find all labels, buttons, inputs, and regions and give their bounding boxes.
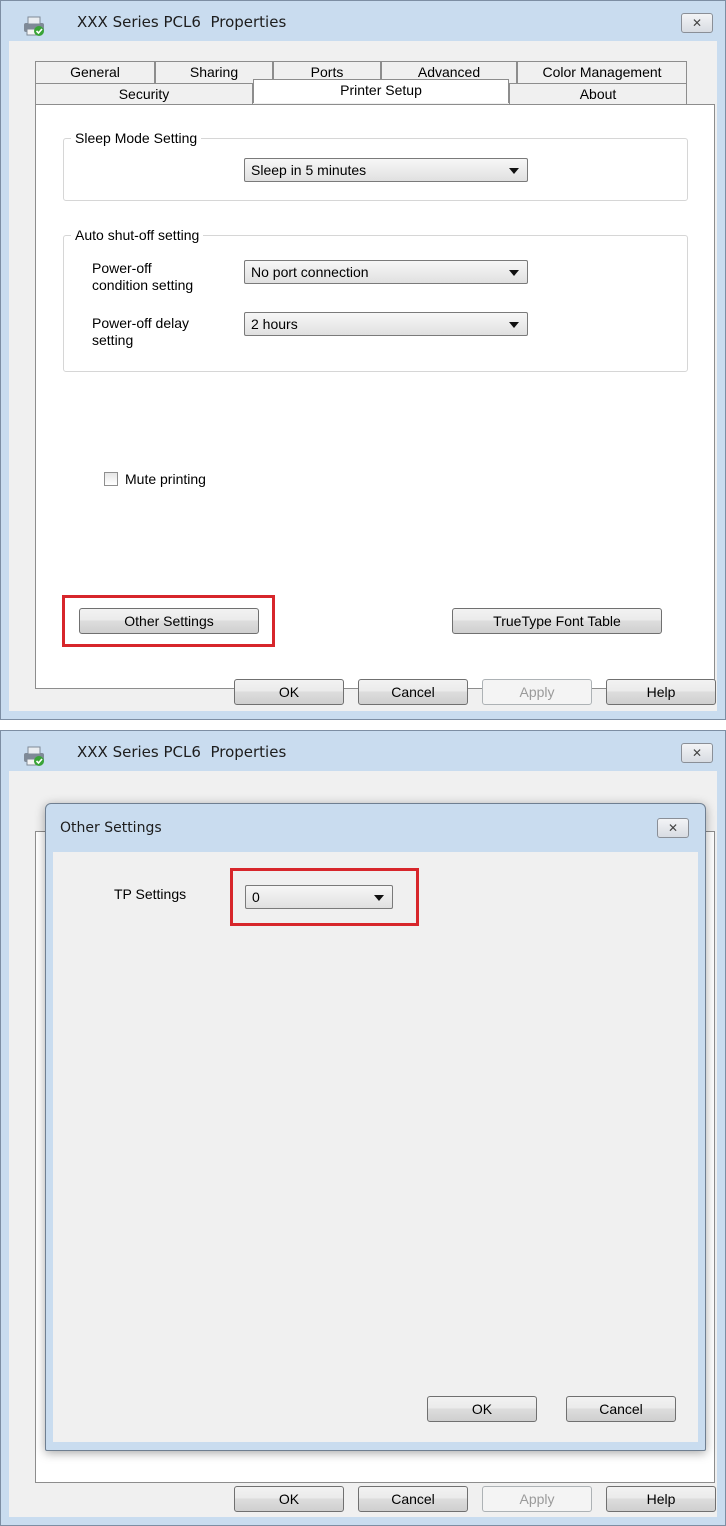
chevron-down-icon (509, 322, 519, 328)
tab-printer-setup[interactable]: Printer Setup (253, 79, 509, 103)
help-button[interactable]: Help (606, 679, 716, 705)
sleep-mode-select[interactable]: Sleep in 5 minutes (244, 158, 528, 182)
power-off-delay-value: 2 hours (251, 316, 298, 332)
mute-printing-label[interactable]: Mute printing (125, 471, 206, 487)
window-title: XXX Series PCL6 Properties (77, 743, 287, 761)
power-off-condition-label-line2: condition setting (92, 277, 194, 293)
power-off-condition-value: No port connection (251, 264, 369, 280)
close-icon[interactable]: ✕ (681, 13, 713, 33)
sleep-mode-value: Sleep in 5 minutes (251, 162, 367, 178)
power-off-condition-select[interactable]: No port connection (244, 260, 528, 284)
properties-window-printer-setup: XXX Series PCL6 Properties ✕ General Sha… (0, 0, 726, 720)
properties-window-other-settings: XXX Series PCL6 Properties ✕ Other Setti… (0, 730, 726, 1526)
auto-shutoff-group-label: Auto shut-off setting (71, 227, 204, 243)
window-title: XXX Series PCL6 Properties (77, 13, 287, 31)
window-client-area: General Sharing Ports Advanced Color Man… (9, 41, 717, 711)
tab-color-management[interactable]: Color Management (517, 61, 687, 83)
cancel-button[interactable]: Cancel (358, 679, 468, 705)
power-off-delay-select[interactable]: 2 hours (244, 312, 528, 336)
chevron-down-icon (509, 270, 519, 276)
apply-button[interactable]: Apply (482, 1486, 592, 1512)
ok-button[interactable]: OK (234, 1486, 344, 1512)
title-bar[interactable]: XXX Series PCL6 Properties ✕ (1, 1, 725, 41)
tab-general[interactable]: General (35, 61, 155, 83)
other-settings-highlight (62, 595, 275, 647)
dialog-close-icon[interactable]: ✕ (657, 818, 689, 838)
tab-security[interactable]: Security (35, 83, 253, 105)
dialog-ok-button[interactable]: OK (427, 1396, 537, 1422)
sleep-mode-group-label: Sleep Mode Setting (71, 130, 202, 146)
auto-shutoff-group (63, 235, 688, 372)
power-off-delay-label-line2: setting (92, 332, 134, 348)
printer-icon (24, 16, 44, 36)
power-off-condition-label-line1: Power-off (92, 260, 152, 276)
apply-button[interactable]: Apply (482, 679, 592, 705)
help-button[interactable]: Help (606, 1486, 716, 1512)
dialog-cancel-button[interactable]: Cancel (566, 1396, 676, 1422)
other-settings-dialog: Other Settings ✕ TP Settings 0 OK Cancel (45, 803, 706, 1451)
ok-button[interactable]: OK (234, 679, 344, 705)
mute-printing-checkbox[interactable] (104, 472, 118, 486)
power-off-delay-label-line1: Power-off delay (92, 315, 190, 331)
tp-settings-label: TP Settings (114, 886, 187, 902)
chevron-down-icon (509, 168, 519, 174)
tp-settings-highlight (230, 868, 419, 926)
dialog-client-area: TP Settings 0 OK Cancel (53, 852, 698, 1442)
cancel-button[interactable]: Cancel (358, 1486, 468, 1512)
close-icon[interactable]: ✕ (681, 743, 713, 763)
printer-setup-panel: Sleep Mode Setting Sleep in 5 minutes Au… (35, 104, 715, 689)
dialog-title: Other Settings (60, 820, 162, 836)
printer-icon (24, 746, 44, 766)
tab-about[interactable]: About (509, 83, 687, 105)
truetype-font-table-button[interactable]: TrueType Font Table (452, 608, 662, 634)
title-bar[interactable]: XXX Series PCL6 Properties ✕ (1, 731, 725, 771)
